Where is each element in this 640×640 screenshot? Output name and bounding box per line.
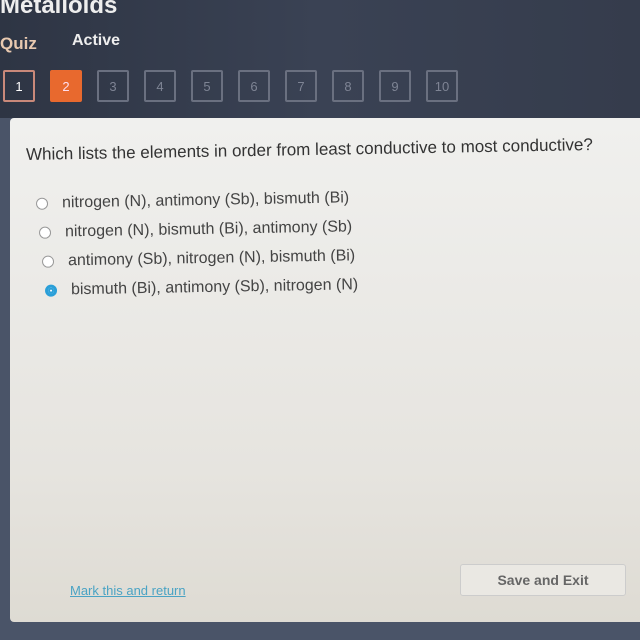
answer-option-label: nitrogen (N), antimony (Sb), bismuth (Bi… [61, 188, 350, 211]
radio-icon[interactable] [41, 255, 55, 268]
question-button-5[interactable]: 5 [191, 70, 223, 102]
question-button-7[interactable]: 7 [285, 70, 317, 102]
question-panel: Which lists the elements in order from l… [10, 118, 640, 622]
mark-and-return-link[interactable]: Mark this and return [70, 583, 186, 598]
save-and-exit-button[interactable]: Save and Exit [460, 564, 626, 596]
answer-options: nitrogen (N), antimony (Sb), bismuth (Bi… [35, 186, 359, 304]
question-button-3[interactable]: 3 [97, 70, 129, 102]
question-button-8[interactable]: 8 [332, 70, 364, 102]
question-text: Which lists the elements in order from l… [25, 135, 594, 164]
question-button-10[interactable]: 10 [426, 70, 458, 102]
question-button-1[interactable]: 1 [3, 70, 35, 102]
quiz-header: Metalloids Quiz Active 1 2 3 4 5 6 7 8 9 10 [0, 0, 640, 118]
lesson-title: Metalloids [0, 0, 118, 19]
question-button-9[interactable]: 9 [379, 70, 411, 102]
activity-type: Quiz [0, 34, 37, 53]
answer-option-label: nitrogen (N), bismuth (Bi), antimony (Sb… [64, 217, 353, 240]
question-navigator: 1 2 3 4 5 6 7 8 9 10 [3, 70, 458, 102]
answer-option[interactable]: bismuth (Bi), antimony (Sb), nitrogen (N… [44, 270, 359, 304]
answer-option-label: antimony (Sb), nitrogen (N), bismuth (Bi… [67, 246, 356, 269]
question-button-2[interactable]: 2 [50, 70, 82, 102]
answer-option-label: bismuth (Bi), antimony (Sb), nitrogen (N… [70, 275, 359, 298]
radio-icon[interactable] [38, 226, 52, 239]
activity-status: Active [72, 32, 121, 49]
radio-icon[interactable] [35, 197, 49, 210]
question-button-4[interactable]: 4 [144, 70, 176, 102]
radio-selected-icon[interactable] [44, 284, 58, 297]
question-button-6[interactable]: 6 [238, 70, 270, 102]
